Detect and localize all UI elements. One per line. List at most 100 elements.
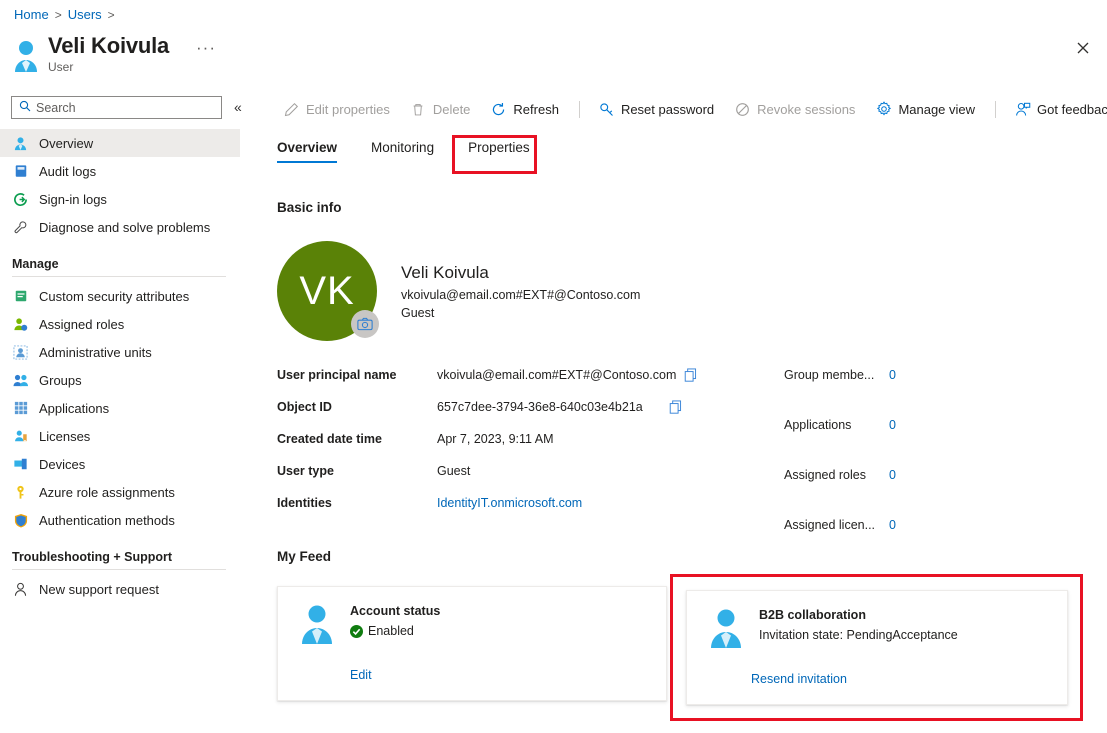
copy-icon[interactable] xyxy=(684,368,698,386)
groups-icon xyxy=(12,372,29,389)
command-separator xyxy=(995,100,997,118)
tab-monitoring[interactable]: Monitoring xyxy=(371,140,434,163)
sidebar-item-label: Overview xyxy=(39,135,94,151)
shield-icon xyxy=(12,512,29,529)
stat-row-group-memberships: Group membe... 0 xyxy=(784,368,1014,418)
sidebar-item-diagnose-and-solve-problems[interactable]: Diagnose and solve problems xyxy=(0,213,240,241)
sidebar-item-assigned-roles[interactable]: Assigned roles xyxy=(0,310,240,338)
sign-in-icon xyxy=(12,191,29,208)
sidebar-item-label: New support request xyxy=(39,581,159,597)
reset-password-button[interactable]: Reset password xyxy=(598,101,714,118)
sidebar-item-label: Sign-in logs xyxy=(39,191,107,207)
search-input[interactable] xyxy=(36,100,196,115)
sidebar-item-authentication-methods[interactable]: Authentication methods xyxy=(0,506,240,534)
tab-properties[interactable]: Properties xyxy=(468,140,530,163)
page-header: Veli Koivula User xyxy=(12,33,169,74)
resend-invitation-link[interactable]: Resend invitation xyxy=(751,672,847,686)
more-options-button[interactable]: ··· xyxy=(196,39,216,56)
sidebar-item-label: Licenses xyxy=(39,428,91,444)
detail-label: User type xyxy=(277,464,334,478)
sidebar-item-new-support-request[interactable]: New support request xyxy=(0,575,240,603)
sidebar-item-label: Authentication methods xyxy=(39,512,175,528)
user-stats-list: Group membe... 0 Applications 0 Assigned… xyxy=(784,368,1014,568)
sidebar-item-label: Custom security attributes xyxy=(39,288,190,304)
identities-link[interactable]: IdentityIT.onmicrosoft.com xyxy=(437,496,582,510)
close-icon[interactable] xyxy=(1071,36,1095,60)
basic-info-heading: Basic info xyxy=(277,200,342,215)
stat-row-applications: Applications 0 xyxy=(784,418,1014,468)
detail-row-user-type: User type Guest xyxy=(277,464,697,496)
copy-icon[interactable] xyxy=(669,400,683,418)
sidebar-item-audit-logs[interactable]: Audit logs xyxy=(0,157,240,185)
sidebar-item-label: Azure role assignments xyxy=(39,484,175,500)
detail-row-identities: Identities IdentityIT.onmicrosoft.com xyxy=(277,496,697,528)
delete-button[interactable]: Delete xyxy=(410,101,471,118)
sidebar-item-label: Audit logs xyxy=(39,163,97,179)
stat-label: Assigned roles xyxy=(784,468,866,482)
administrative-units-icon xyxy=(12,344,29,361)
got-feedback-button[interactable]: Got feedback? xyxy=(1014,101,1107,118)
tab-overview[interactable]: Overview xyxy=(277,140,338,163)
my-feed-heading: My Feed xyxy=(277,549,332,564)
sidebar-item-label: Groups xyxy=(39,372,82,388)
command-label: Delete xyxy=(432,101,471,117)
sidebar-item-administrative-units[interactable]: Administrative units xyxy=(0,338,240,366)
user-icon xyxy=(12,135,29,152)
sidebar-item-sign-in-logs[interactable]: Sign-in logs xyxy=(0,185,240,213)
breadcrumb-item-home[interactable]: Home xyxy=(14,7,49,22)
user-icon xyxy=(298,603,336,645)
stat-value[interactable]: 0 xyxy=(889,518,896,532)
sidebar-divider xyxy=(12,569,226,570)
command-label: Refresh xyxy=(513,101,559,117)
sidebar-item-overview[interactable]: Overview xyxy=(0,129,240,157)
stat-label: Group membe... xyxy=(784,368,875,382)
account-status-card: Account status Enabled Edit xyxy=(277,586,667,701)
detail-value: Guest xyxy=(437,464,471,478)
profile-user-type: Guest xyxy=(401,306,435,320)
command-label: Reset password xyxy=(620,101,715,117)
user-icon xyxy=(12,39,40,73)
card-title: B2B collaboration xyxy=(759,608,866,622)
refresh-button[interactable]: Refresh xyxy=(490,101,559,118)
stat-value[interactable]: 0 xyxy=(889,468,896,482)
detail-row-object-id: Object ID 657c7dee-3794-36e8-640c03e4b21… xyxy=(277,400,697,432)
detail-value: Apr 7, 2023, 9:11 AM xyxy=(437,432,554,446)
sidebar-item-label: Administrative units xyxy=(39,344,152,360)
edit-link[interactable]: Edit xyxy=(350,668,372,682)
card-subtitle: Enabled xyxy=(350,622,440,641)
sidebar-item-applications[interactable]: Applications xyxy=(0,394,240,422)
search-box[interactable] xyxy=(11,96,222,119)
key-icon xyxy=(598,101,615,118)
account-status-value: Enabled xyxy=(368,624,414,638)
command-bar: Edit properties Delete Refresh Reset pas… xyxy=(283,96,1107,122)
detail-label: Identities xyxy=(277,496,332,510)
edit-properties-button[interactable]: Edit properties xyxy=(283,101,390,118)
sidebar: Overview Audit logs Sign-in logs Diagnos… xyxy=(0,129,240,603)
gear-icon xyxy=(875,101,892,118)
sidebar-item-licenses[interactable]: Licenses xyxy=(0,422,240,450)
user-icon xyxy=(707,607,745,649)
book-icon xyxy=(12,163,29,180)
sidebar-item-groups[interactable]: Groups xyxy=(0,366,240,394)
command-label: Revoke sessions xyxy=(757,101,856,117)
detail-value: vkoivula@email.com#EXT#@Contoso.com xyxy=(437,368,677,382)
sidebar-item-devices[interactable]: Devices xyxy=(0,450,240,478)
command-label: Got feedback? xyxy=(1037,101,1107,117)
revoke-sessions-button[interactable]: Revoke sessions xyxy=(734,101,855,118)
detail-label: Created date time xyxy=(277,432,382,446)
detail-label: Object ID xyxy=(277,400,332,414)
breadcrumb-item-users[interactable]: Users xyxy=(68,7,102,22)
stat-value[interactable]: 0 xyxy=(889,418,896,432)
b2b-collaboration-card: B2B collaboration Invitation state: Pend… xyxy=(686,590,1068,705)
manage-view-button[interactable]: Manage view xyxy=(875,101,975,118)
detail-value: 657c7dee-3794-36e8-640c03e4b21a xyxy=(437,400,643,414)
wrench-icon xyxy=(12,219,29,236)
camera-icon[interactable] xyxy=(351,310,379,338)
sidebar-item-custom-security-attributes[interactable]: Custom security attributes xyxy=(0,282,240,310)
command-separator xyxy=(578,100,580,118)
user-profile: VK Veli Koivula vkoivula@email.com#EXT#@… xyxy=(277,241,640,341)
chevron-double-left-icon[interactable]: « xyxy=(234,99,242,115)
stat-value[interactable]: 0 xyxy=(889,368,896,382)
sidebar-item-azure-role-assignments[interactable]: Azure role assignments xyxy=(0,478,240,506)
refresh-icon xyxy=(490,101,507,118)
